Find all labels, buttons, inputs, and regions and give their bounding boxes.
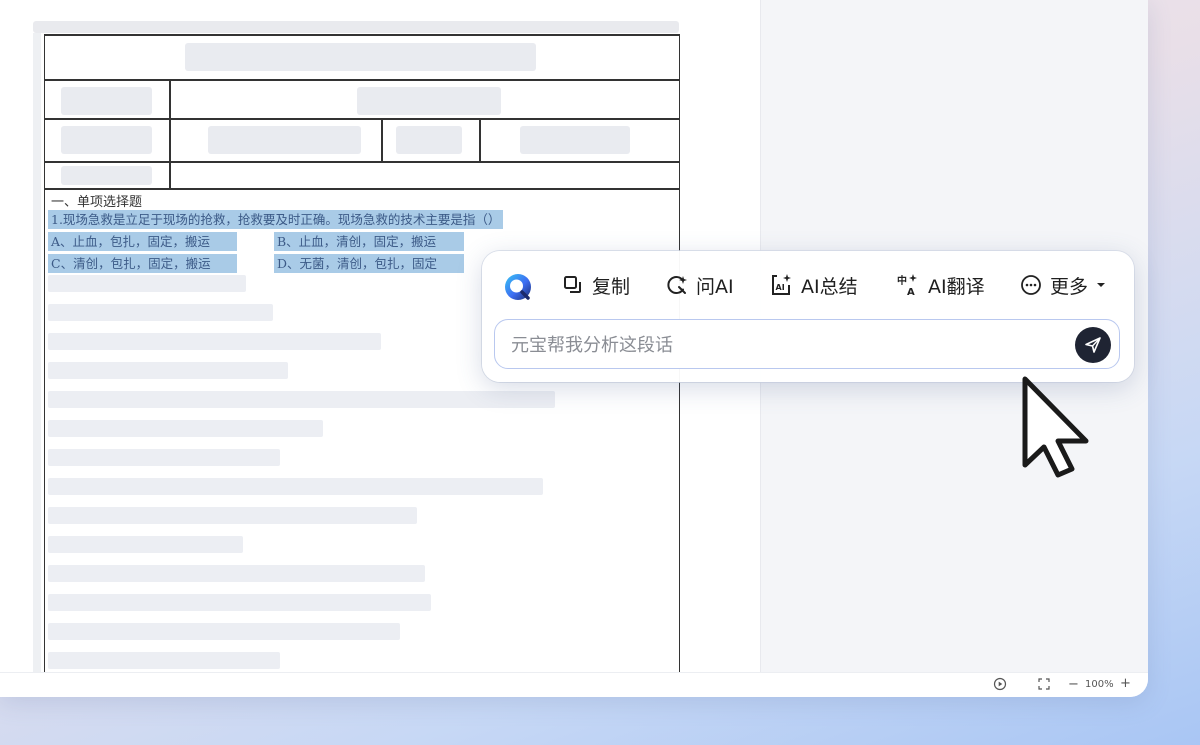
ask-ai-icon <box>667 276 687 294</box>
table-border <box>479 118 481 161</box>
chevron-down-icon <box>1097 283 1106 287</box>
zoom-in-button[interactable]: + <box>1120 676 1131 691</box>
table-border <box>169 79 171 189</box>
status-bar: − 100% + <box>0 672 1148 697</box>
yuanbao-logo-icon[interactable] <box>502 271 534 303</box>
option-b[interactable]: B、止血，清创，固定，搬运 <box>274 232 464 251</box>
text-line-placeholder <box>48 507 417 524</box>
section-title: 一、单项选择题 <box>51 195 143 210</box>
table-cell-placeholder <box>396 126 462 154</box>
text-line-placeholder <box>48 420 323 437</box>
ai-translate-button[interactable]: 中A AI翻译 <box>896 271 985 299</box>
option-a[interactable]: A、止血，包扎，固定，搬运 <box>48 232 237 251</box>
svg-text:A: A <box>907 287 915 297</box>
text-line-placeholder <box>48 362 288 379</box>
ask-input[interactable] <box>509 331 1073 359</box>
send-button[interactable] <box>1075 327 1111 363</box>
copy-icon <box>564 276 581 293</box>
ask-ai-label: 问AI <box>696 275 734 298</box>
text-line-placeholder <box>48 391 555 408</box>
text-line-placeholder <box>48 652 280 669</box>
ai-translate-icon: 中A <box>897 274 917 297</box>
table-cell-placeholder <box>208 126 361 154</box>
send-icon <box>1085 337 1101 353</box>
table-cell-placeholder <box>61 87 152 115</box>
fit-screen-icon[interactable] <box>1038 678 1050 693</box>
zoom-level: 100% <box>1085 679 1114 690</box>
svg-text:AI: AI <box>776 283 785 292</box>
table-title-placeholder <box>185 43 536 71</box>
table-border <box>45 161 679 163</box>
more-icon <box>1021 275 1041 295</box>
ai-summary-button[interactable]: AI AI总结 <box>769 271 858 299</box>
ai-translate-label: AI翻译 <box>928 275 985 298</box>
left-ruler <box>33 33 41 673</box>
ask-yuanbao-field[interactable] <box>494 319 1120 369</box>
text-line-placeholder <box>48 449 280 466</box>
ai-summary-label: AI总结 <box>801 275 858 298</box>
table-border <box>45 34 679 36</box>
copy-label: 复制 <box>592 275 631 298</box>
text-line-placeholder <box>48 536 243 553</box>
zoom-out-button[interactable]: − <box>1068 677 1079 692</box>
ai-selection-popup: 复制 问AI AI AI总结 中A AI翻译 更多 <box>482 251 1134 382</box>
table-border <box>45 188 679 190</box>
table-cell-placeholder <box>61 166 152 185</box>
text-line-placeholder <box>48 333 381 350</box>
text-line-placeholder <box>48 275 246 292</box>
more-button[interactable]: 更多 <box>1020 271 1106 299</box>
cursor-icon <box>1020 375 1094 483</box>
svg-text:中: 中 <box>897 274 907 287</box>
text-line-placeholder <box>48 478 543 495</box>
table-cell-placeholder <box>357 87 501 115</box>
table-border <box>381 118 383 161</box>
top-ruler <box>33 21 679 33</box>
option-d[interactable]: D、无菌，清创，包扎，固定 <box>274 254 464 273</box>
more-label: 更多 <box>1050 275 1089 298</box>
text-line-placeholder <box>48 623 400 640</box>
play-icon[interactable] <box>993 677 1007 694</box>
ask-ai-button[interactable]: 问AI <box>666 271 734 299</box>
ai-summary-icon: AI <box>772 274 791 295</box>
text-line-placeholder <box>48 594 431 611</box>
table-border <box>45 118 679 120</box>
question-text[interactable]: 1.现场急救是立足于现场的抢救，抢救要及时正确。现场急救的技术主要是指（） <box>48 210 504 229</box>
copy-button[interactable]: 复制 <box>562 271 630 299</box>
table-border <box>45 79 679 81</box>
table-cell-placeholder <box>520 126 630 154</box>
text-line-placeholder <box>48 565 425 582</box>
text-line-placeholder <box>48 304 273 321</box>
table-cell-placeholder <box>61 126 152 154</box>
option-c[interactable]: C、清创，包扎，固定，搬运 <box>48 254 237 273</box>
